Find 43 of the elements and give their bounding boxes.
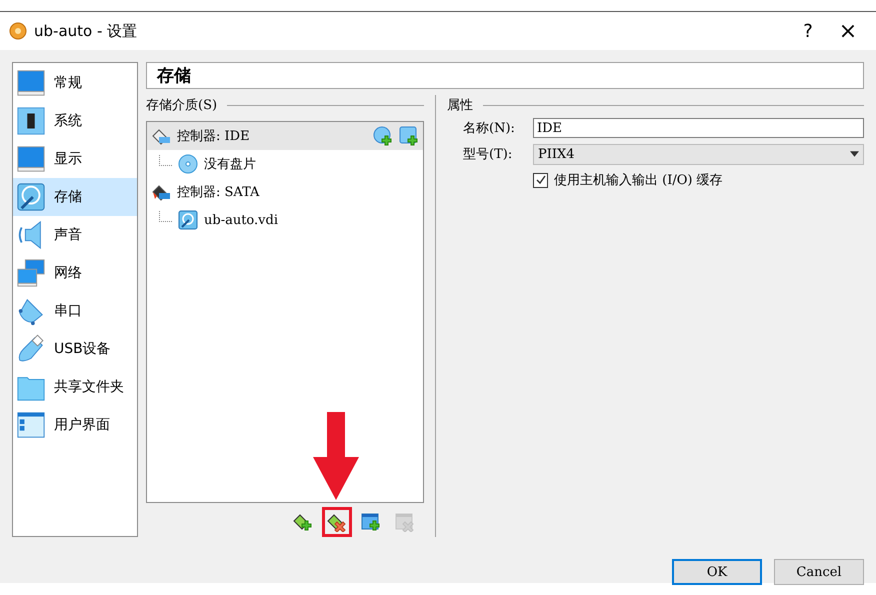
sidebar-item[interactable]: 用户界面 <box>13 406 137 444</box>
sidebar-item[interactable]: 显示 <box>13 140 137 178</box>
tree-item[interactable]: 没有盘片 <box>204 155 256 173</box>
window-title: ub-auto - 设置 <box>34 22 138 40</box>
section-label: 存储介质(S) <box>146 97 218 114</box>
dialog-button[interactable]: OK <box>672 559 762 585</box>
tree-item[interactable]: 控制器: SATA <box>147 178 423 206</box>
window-icon <box>16 410 46 440</box>
add-attachment-icon[interactable] <box>361 512 381 532</box>
checkbox[interactable] <box>533 172 548 188</box>
sidebar-item[interactable]: 声音 <box>13 216 137 254</box>
add-disc-icon[interactable] <box>373 126 393 146</box>
sidebar-item[interactable]: 系统 <box>13 102 137 140</box>
checkbox-label: 使用主机输入输出 (I/O) 缓存 <box>554 172 723 189</box>
name-field[interactable]: IDE <box>533 118 864 138</box>
field-label: 名称(N): <box>463 120 516 137</box>
sidebar-item[interactable]: 网络 <box>13 254 137 292</box>
caret-icon <box>850 151 859 157</box>
add-controller-icon[interactable] <box>293 512 313 532</box>
help-button[interactable]: ? <box>788 20 828 42</box>
tree-item[interactable]: ub-auto.vdi <box>204 212 278 228</box>
serial-port-icon <box>16 296 46 326</box>
section-label: 属性 <box>447 97 473 114</box>
monitor-icon <box>16 68 46 98</box>
field-label: 型号(T): <box>463 146 514 163</box>
sidebar-item[interactable]: 常规 <box>13 64 137 102</box>
tree-label: 控制器: IDE <box>177 128 250 145</box>
disc-icon <box>178 154 198 174</box>
close-button[interactable]: × <box>828 18 868 44</box>
sidebar-item[interactable]: 存储 <box>13 178 137 216</box>
remove-controller-icon[interactable] <box>327 512 347 532</box>
sidebar-item[interactable]: USB设备 <box>13 330 137 368</box>
dialog-button[interactable]: Cancel <box>774 559 864 585</box>
tree-item[interactable]: 控制器: IDE <box>147 122 423 150</box>
chip-icon <box>16 106 46 136</box>
sidebar-item[interactable]: 共享文件夹 <box>13 368 137 406</box>
monitor-icon <box>16 144 46 174</box>
network-icon <box>16 258 46 288</box>
tree-label: 控制器: SATA <box>177 184 260 201</box>
usb-icon <box>16 334 46 364</box>
page-title: 存储 <box>146 62 864 89</box>
type-dropdown[interactable]: PIIX4 <box>533 144 864 164</box>
sidebar-item[interactable]: 串口 <box>13 292 137 330</box>
